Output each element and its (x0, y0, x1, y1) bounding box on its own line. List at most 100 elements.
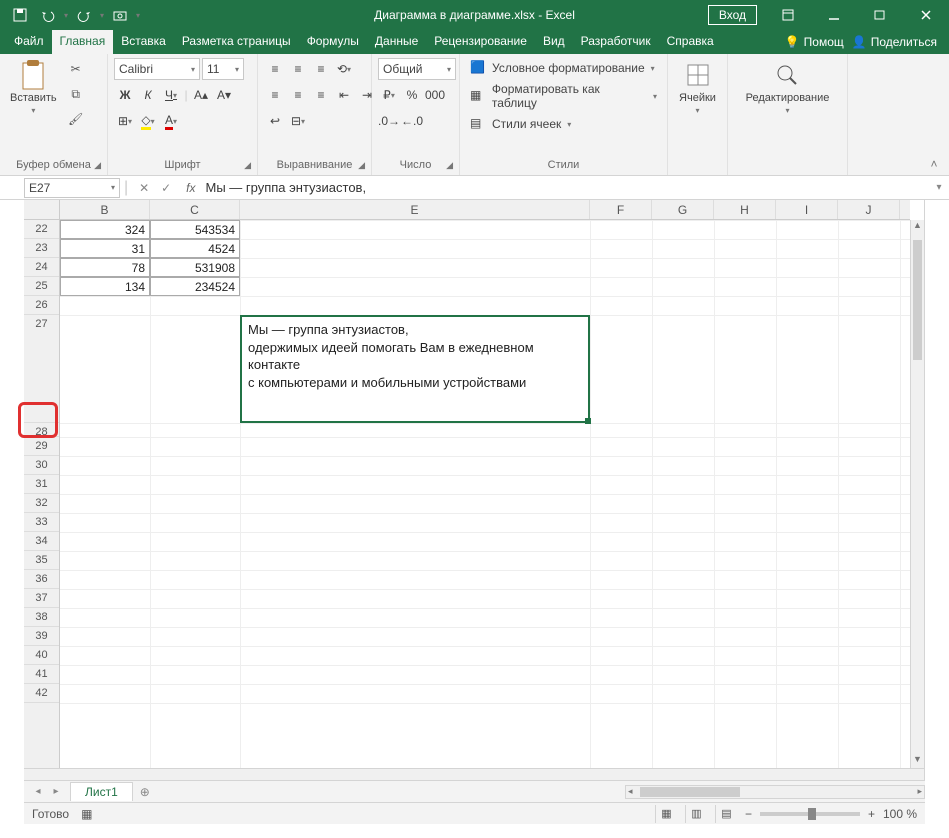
align-center-icon[interactable]: ≡ (287, 84, 309, 106)
fill-handle[interactable] (585, 418, 591, 424)
row-header[interactable]: 26 (24, 296, 59, 315)
tab-insert[interactable]: Вставка (113, 30, 174, 54)
row-header[interactable]: 22 (24, 220, 59, 239)
name-box[interactable]: E27▾ (24, 178, 120, 198)
row-header[interactable]: 38 (24, 608, 59, 627)
row-header[interactable]: 24 (24, 258, 59, 277)
accounting-format-icon[interactable]: ₽▾ (378, 84, 400, 106)
sheet-nav-last-icon[interactable]: ▸ (48, 786, 64, 797)
normal-view-icon[interactable]: ▦ (655, 805, 677, 823)
row-header[interactable]: 27 (24, 315, 59, 423)
paste-button[interactable]: Вставить ▾ (6, 58, 61, 117)
cell[interactable]: 4524 (150, 239, 240, 258)
macro-record-icon[interactable]: ▦ (81, 807, 92, 821)
share-button[interactable]: 👤Поделиться (852, 35, 937, 49)
minimize-icon[interactable] (811, 0, 857, 30)
sheet-nav-first-icon[interactable]: ◂ (30, 786, 46, 797)
select-all-button[interactable] (24, 200, 60, 220)
cell[interactable]: 531908 (150, 258, 240, 277)
collapse-ribbon-icon[interactable]: ˄ (930, 157, 937, 171)
redo-icon[interactable] (72, 3, 96, 27)
row-header[interactable]: 40 (24, 646, 59, 665)
column-header[interactable]: J (838, 200, 900, 219)
fx-icon[interactable]: fx (182, 181, 199, 195)
font-name-combo[interactable]: Calibri▾ (114, 58, 200, 80)
row-header[interactable]: 42 (24, 684, 59, 703)
tab-review[interactable]: Рецензирование (426, 30, 535, 54)
tab-help[interactable]: Справка (659, 30, 722, 54)
save-icon[interactable] (8, 3, 32, 27)
tab-view[interactable]: Вид (535, 30, 573, 54)
zoom-slider[interactable] (760, 812, 860, 816)
row-header[interactable]: 32 (24, 494, 59, 513)
cancel-formula-icon[interactable]: ✕ (134, 181, 154, 195)
percent-style-icon[interactable]: % (401, 84, 423, 106)
column-header[interactable]: B (60, 200, 150, 219)
column-header[interactable]: G (652, 200, 714, 219)
row-header[interactable]: 37 (24, 589, 59, 608)
tab-formulas[interactable]: Формулы (299, 30, 367, 54)
active-cell[interactable]: Мы — группа энтузиастов, одержимых идеей… (240, 315, 590, 423)
vertical-scrollbar[interactable]: ▲ ▼ (910, 220, 924, 768)
tab-file[interactable]: Файл (6, 30, 52, 54)
cell[interactable]: 31 (60, 239, 150, 258)
dialog-launcher-icon[interactable]: ◢ (94, 160, 101, 171)
format-painter-icon[interactable]: 🖌 (65, 108, 87, 130)
dialog-launcher-icon[interactable]: ◢ (446, 160, 453, 171)
cut-icon[interactable]: ✂ (65, 58, 87, 80)
undo-icon[interactable] (36, 3, 60, 27)
align-top-icon[interactable]: ≡ (264, 58, 286, 80)
cell-styles-button[interactable]: ▤Стили ячеек▾ (466, 114, 575, 134)
scrollbar-thumb[interactable] (640, 787, 740, 797)
cell[interactable]: 134 (60, 277, 150, 296)
chevron-down-icon[interactable]: ▾ (100, 11, 104, 20)
row-header[interactable]: 35 (24, 551, 59, 570)
cell[interactable]: 324 (60, 220, 150, 239)
row-header[interactable]: 36 (24, 570, 59, 589)
align-middle-icon[interactable]: ≡ (287, 58, 309, 80)
page-layout-view-icon[interactable]: ▥ (685, 805, 707, 823)
row-header[interactable]: 33 (24, 513, 59, 532)
borders-icon[interactable]: ⊞▾ (114, 110, 136, 132)
column-header[interactable]: C (150, 200, 240, 219)
tab-data[interactable]: Данные (367, 30, 426, 54)
enter-formula-icon[interactable]: ✓ (156, 181, 176, 195)
format-as-table-button[interactable]: ▦Форматировать как таблицу▾ (466, 80, 661, 112)
row-header[interactable]: 29 (24, 437, 59, 456)
row-header[interactable]: 28 (24, 423, 59, 437)
dialog-launcher-icon[interactable]: ◢ (244, 160, 251, 171)
decrease-indent-icon[interactable]: ⇤ (333, 84, 355, 106)
tell-me-button[interactable]: 💡Помощ (785, 35, 844, 49)
italic-button[interactable]: К (137, 84, 159, 106)
merge-center-icon[interactable]: ⊟▾ (287, 110, 309, 132)
cells-button[interactable]: Ячейки ▾ (675, 58, 720, 117)
wrap-text-icon[interactable]: ↩ (264, 110, 286, 132)
column-header[interactable]: I (776, 200, 838, 219)
increase-font-icon[interactable]: A▴ (190, 84, 212, 106)
zoom-knob[interactable] (808, 808, 816, 820)
row-header[interactable]: 23 (24, 239, 59, 258)
font-color-icon[interactable]: A▾ (160, 110, 182, 132)
chevron-down-icon[interactable]: ▾ (64, 11, 68, 20)
maximize-icon[interactable] (857, 0, 903, 30)
new-sheet-icon[interactable]: ⊕ (133, 785, 157, 799)
cell[interactable]: 543534 (150, 220, 240, 239)
editing-button[interactable]: Редактирование ▾ (742, 58, 834, 117)
sheet-tab[interactable]: Лист1 (70, 782, 133, 801)
comma-style-icon[interactable]: 000 (424, 84, 446, 106)
scroll-right-icon[interactable]: ▸ (917, 786, 922, 797)
bold-button[interactable]: Ж (114, 84, 136, 106)
scrollbar-thumb[interactable] (913, 240, 922, 360)
column-header[interactable]: H (714, 200, 776, 219)
row-header[interactable]: 25 (24, 277, 59, 296)
font-size-combo[interactable]: 11▾ (202, 58, 244, 80)
column-header[interactable]: F (590, 200, 652, 219)
fill-color-icon[interactable]: ◇▾ (137, 110, 159, 132)
number-format-combo[interactable]: Общий▾ (378, 58, 456, 80)
close-icon[interactable] (903, 0, 949, 30)
align-left-icon[interactable]: ≡ (264, 84, 286, 106)
row-header[interactable]: 34 (24, 532, 59, 551)
underline-button[interactable]: Ч▾ (160, 84, 182, 106)
chevron-down-icon[interactable]: ▾ (136, 11, 140, 20)
scroll-down-icon[interactable]: ▼ (911, 754, 924, 768)
